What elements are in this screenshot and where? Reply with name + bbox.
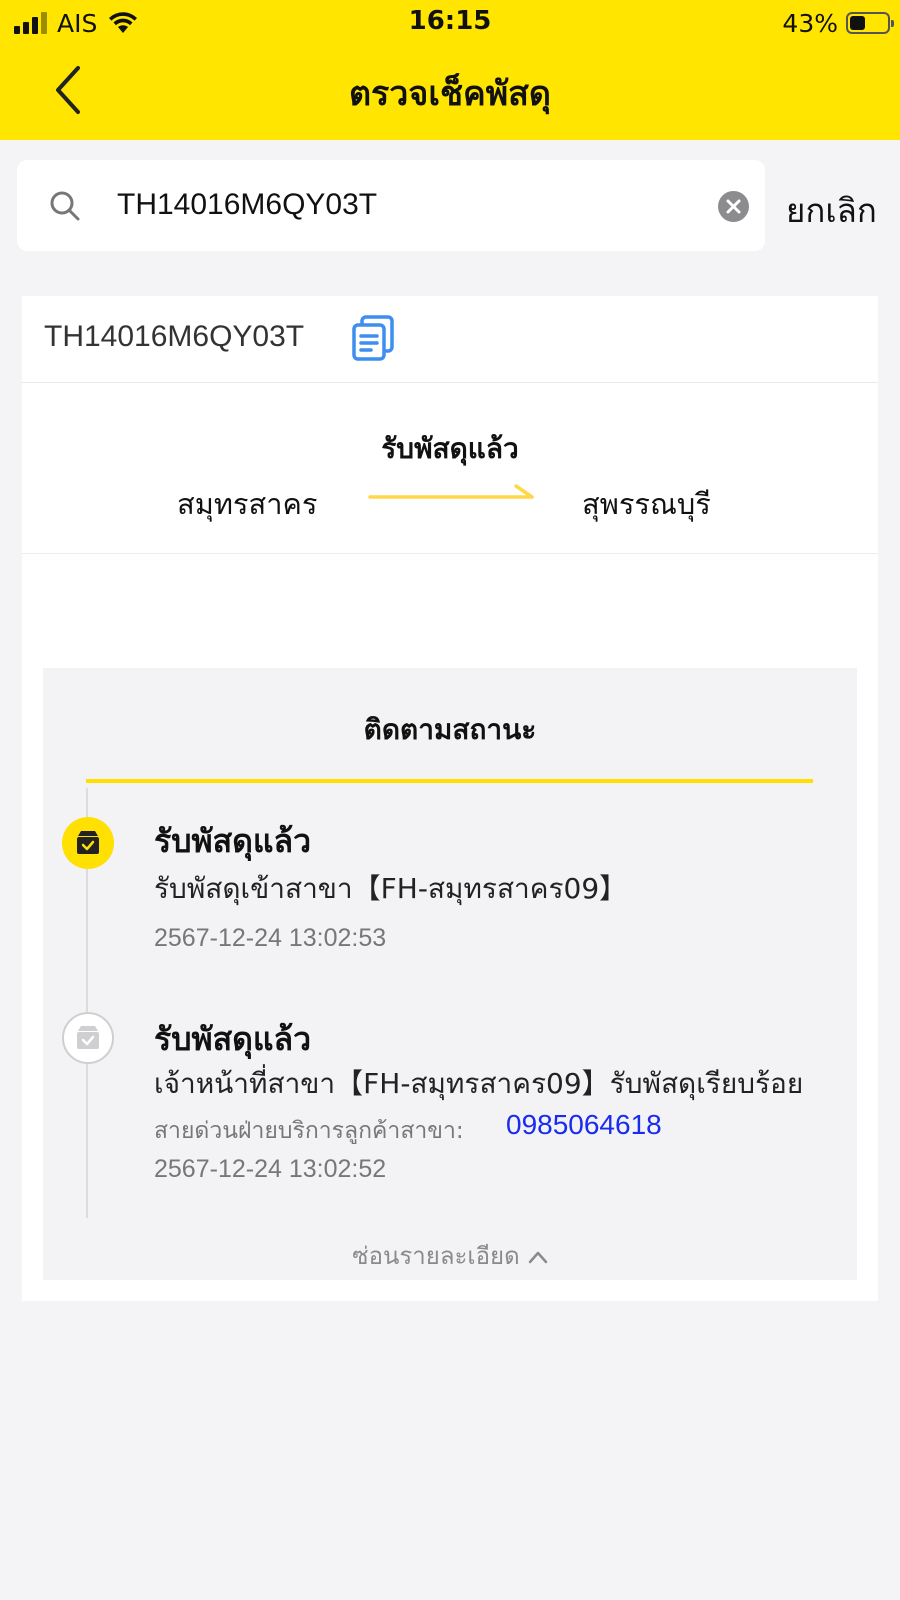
tracking-number: TH14016M6QY03T	[44, 320, 305, 353]
package-check-icon	[77, 831, 99, 854]
event-status-icon-active	[62, 817, 114, 869]
search-box	[17, 160, 765, 251]
event-title: รับพัสดุแล้ว	[154, 822, 312, 860]
event-title: รับพัสดุแล้ว	[154, 1020, 312, 1058]
event-hotline-label: สายด่วนฝ่ายบริการลูกค้าสาขา:	[154, 1118, 464, 1144]
tracking-title-underline	[86, 779, 813, 783]
event-description: รับพัสดุเข้าสาขา【FH-สมุทรสาคร09】	[154, 872, 628, 905]
cancel-button[interactable]: ยกเลิก	[786, 184, 877, 237]
battery-percent: 43%	[782, 8, 838, 38]
event-status-icon-inactive	[62, 1012, 114, 1064]
battery-level	[850, 16, 865, 30]
clear-icon	[726, 199, 741, 214]
top-bar: AIS 16:15 43% ตรวจเช็คพัสดุ	[0, 0, 900, 140]
clear-search-button[interactable]	[718, 191, 749, 222]
event-time: 2567-12-24 13:02:53	[154, 924, 387, 952]
status-time: 16:15	[408, 6, 492, 36]
route-destination: สุพรรณบุรี	[582, 487, 711, 521]
tracking-panel: ติดตามสถานะ รับพัสดุแล้ว รับพัสดุเข้าสาข…	[43, 668, 857, 1280]
route-arrow-icon	[368, 484, 534, 499]
event-hotline-phone[interactable]: 0985064618	[506, 1109, 662, 1141]
event-time: 2567-12-24 13:02:52	[154, 1155, 387, 1183]
parcel-card: TH14016M6QY03T รับพัสดุแล้ว สมุทรสาคร สุ…	[22, 296, 878, 1301]
hide-details-label: ซ่อนรายละเอียด	[352, 1242, 520, 1270]
hide-details-button[interactable]: ซ่อนรายละเอียด	[43, 1236, 857, 1275]
event-description: เจ้าหน้าที่สาขา【FH-สมุทรสาคร09】รับพัสดุเ…	[154, 1067, 804, 1100]
copy-icon	[352, 315, 394, 361]
status-bar-right: 43%	[782, 8, 894, 38]
tracking-number-row: TH14016M6QY03T	[22, 296, 878, 383]
page-title: ตรวจเช็คพัสดุ	[348, 74, 552, 114]
chevron-up-icon	[528, 1251, 547, 1264]
route-status: รับพัสดุแล้ว	[381, 432, 519, 465]
route-summary: รับพัสดุแล้ว สมุทรสาคร สุพรรณบุรี	[22, 383, 878, 554]
package-check-icon	[77, 1026, 99, 1049]
battery-icon	[846, 12, 894, 34]
search-icon	[50, 191, 80, 221]
copy-button[interactable]	[350, 314, 396, 366]
tracking-title: ติดตามสถานะ	[363, 713, 537, 746]
route-origin: สมุทรสาคร	[177, 487, 318, 521]
search-input[interactable]	[99, 178, 755, 232]
